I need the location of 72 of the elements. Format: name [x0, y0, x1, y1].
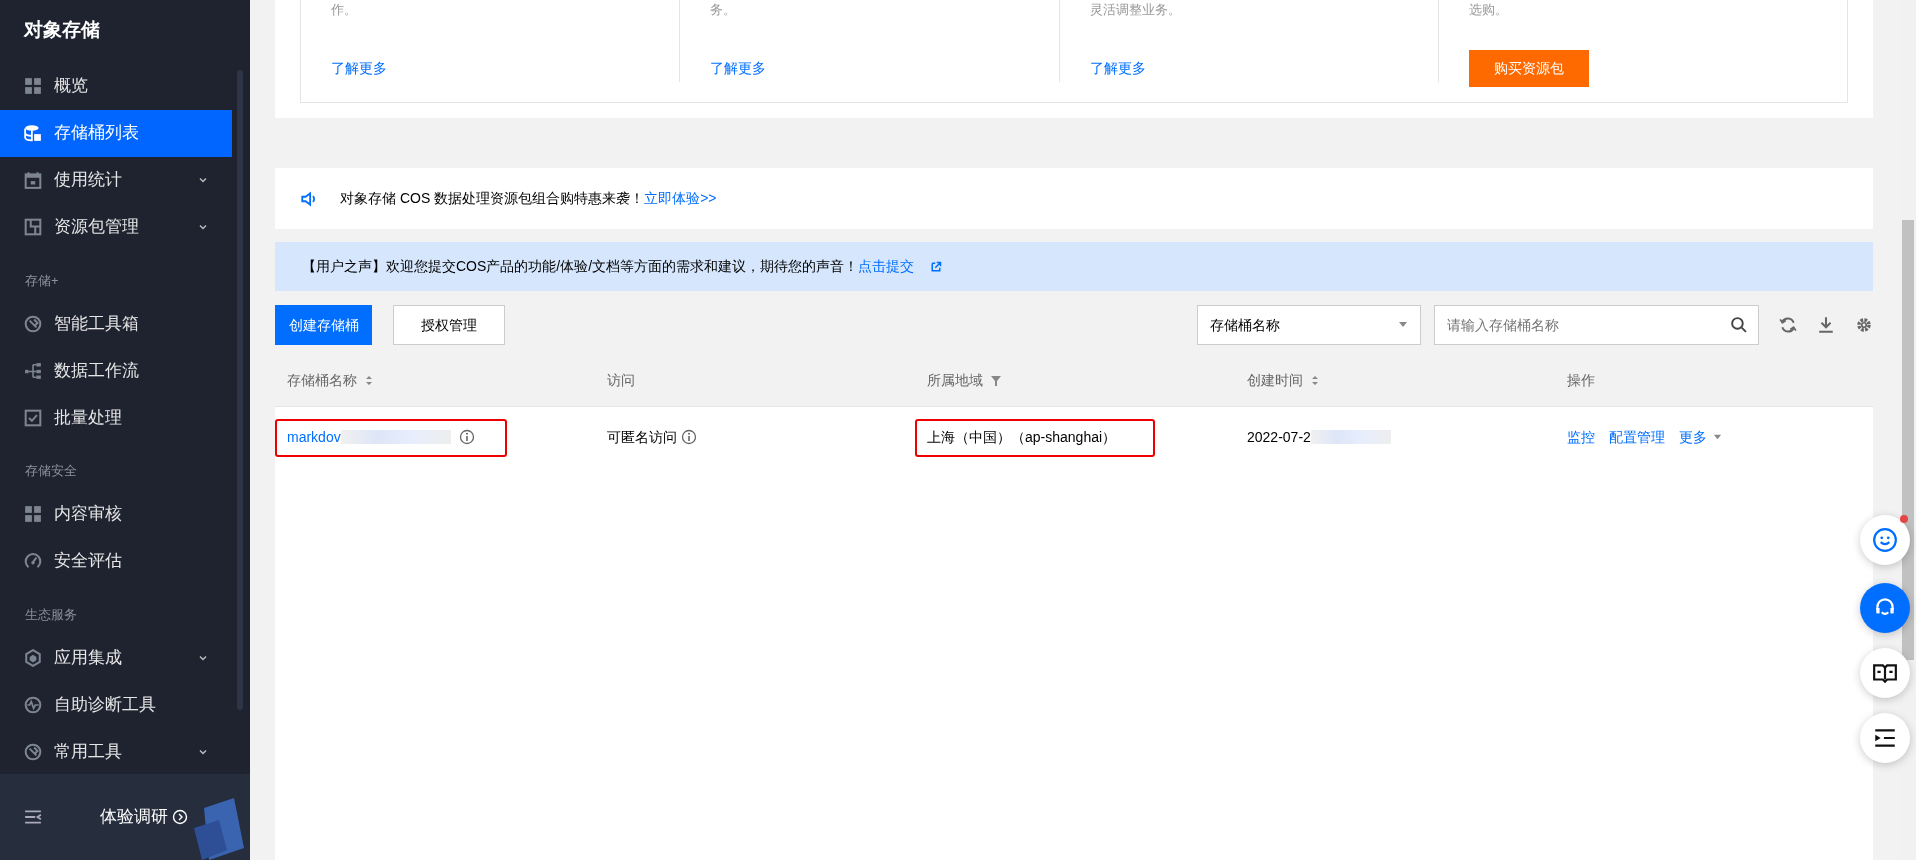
filter-icon[interactable]	[991, 375, 1001, 386]
learn-more-link[interactable]: 了解更多	[710, 58, 767, 79]
created-time: 2022-07-2	[1247, 427, 1311, 447]
submit-link[interactable]: 点击提交	[858, 258, 915, 274]
collapse-menu-icon[interactable]	[24, 808, 42, 826]
sidebar-group-label: 存储安全	[24, 462, 78, 480]
card-description: 灵活调整业务。	[1089, 2, 1182, 18]
card-description: 选购。	[1468, 2, 1509, 18]
clipboard-drawing	[194, 798, 244, 860]
sidebar-item[interactable]: 智能工具箱	[0, 300, 232, 347]
column-label: 创建时间	[1247, 371, 1303, 390]
database-icon	[24, 124, 42, 142]
search-field[interactable]: 请输入存储桶名称	[1434, 305, 1759, 345]
action-link[interactable]: 监控	[1567, 426, 1595, 448]
grid-icon	[24, 77, 42, 95]
checkbox-icon	[24, 408, 42, 427]
sidebar-group-label: 存储+	[24, 271, 60, 290]
survey-link[interactable]: 体验调研	[100, 804, 168, 830]
sidebar-item[interactable]: 批量处理	[0, 394, 232, 441]
learn-more-link[interactable]: 了解更多	[331, 58, 387, 79]
action-link[interactable]: 配置管理	[1609, 426, 1665, 448]
workflow-icon	[24, 361, 42, 380]
column-label: 存储桶名称	[287, 371, 357, 390]
sidebar-item[interactable]: 常用工具	[0, 728, 232, 774]
sidebar-item[interactable]: 安全评估	[0, 537, 232, 585]
external-link-icon[interactable]	[930, 260, 943, 273]
pulse-circle-icon	[24, 695, 42, 714]
scrollbar[interactable]	[1902, 220, 1914, 660]
sidebar-item[interactable]: 数据工作流	[0, 347, 232, 394]
hexagon-icon	[24, 648, 42, 667]
bucket-name-link[interactable]: markdov	[287, 426, 341, 448]
learn-more-link[interactable]: 了解更多	[1089, 58, 1146, 79]
try-now-link[interactable]: 立即体验>>	[644, 190, 717, 206]
sidebar-item[interactable]: 应用集成	[0, 634, 232, 681]
action-link[interactable]: 更多	[1679, 426, 1707, 448]
wrench-circle-icon	[24, 314, 42, 333]
sidebar-item[interactable]: 使用统计	[0, 156, 232, 204]
arrow-circle-icon	[172, 809, 188, 825]
grid-icon	[24, 505, 42, 523]
download-icon[interactable]	[1817, 316, 1835, 334]
gauge-icon	[24, 552, 42, 570]
feedback-text: 【用户之声】欢迎您提交COS产品的功能/体验/文档等方面的需求和建议，期待您的声音！点击提交	[302, 257, 915, 276]
announcement-text: 对象存储 COS 数据处理资源包组合购特惠来袭！立即体验>>	[340, 189, 717, 208]
filter-dropdown[interactable]: 存储桶名称	[1197, 305, 1421, 345]
sidebar-item[interactable]: 存储桶列表	[0, 109, 232, 157]
permission-button[interactable]: 授权管理	[393, 305, 505, 345]
sidebar-item[interactable]: 内容审核	[0, 490, 232, 538]
column-label: 所属地域	[927, 371, 983, 390]
region-text: 上海（中国）（ap-shanghai）	[927, 427, 1117, 447]
wrench-circle-icon	[24, 742, 42, 761]
sort-icon[interactable]	[1311, 375, 1319, 386]
access-text: 可匿名访问	[607, 427, 677, 447]
search-icon[interactable]	[1730, 316, 1747, 333]
info-icon[interactable]	[681, 429, 697, 445]
sidebar-group-label: 生态服务	[24, 605, 78, 624]
app-title: 对象存储	[22, 18, 101, 42]
column-label: 访问	[607, 371, 635, 390]
smiley-icon	[1872, 527, 1898, 553]
calendar-icon	[24, 171, 42, 189]
card-description: 作。	[331, 2, 358, 18]
speaker-icon	[300, 189, 318, 208]
info-icon[interactable]	[458, 429, 475, 445]
package-icon	[24, 218, 42, 236]
sidebar-item[interactable]: 资源包管理	[0, 203, 232, 251]
create-bucket-button[interactable]: 创建存储桶	[275, 305, 372, 345]
refresh-icon[interactable]	[1779, 316, 1797, 334]
card-description: 务。	[710, 2, 738, 18]
sidebar-item[interactable]: 自助诊断工具	[0, 681, 232, 728]
column-label: 操作	[1567, 371, 1595, 390]
settings-icon[interactable]	[1855, 316, 1873, 334]
sort-icon[interactable]	[365, 375, 373, 386]
sidebar-item[interactable]: 概览	[0, 62, 232, 110]
